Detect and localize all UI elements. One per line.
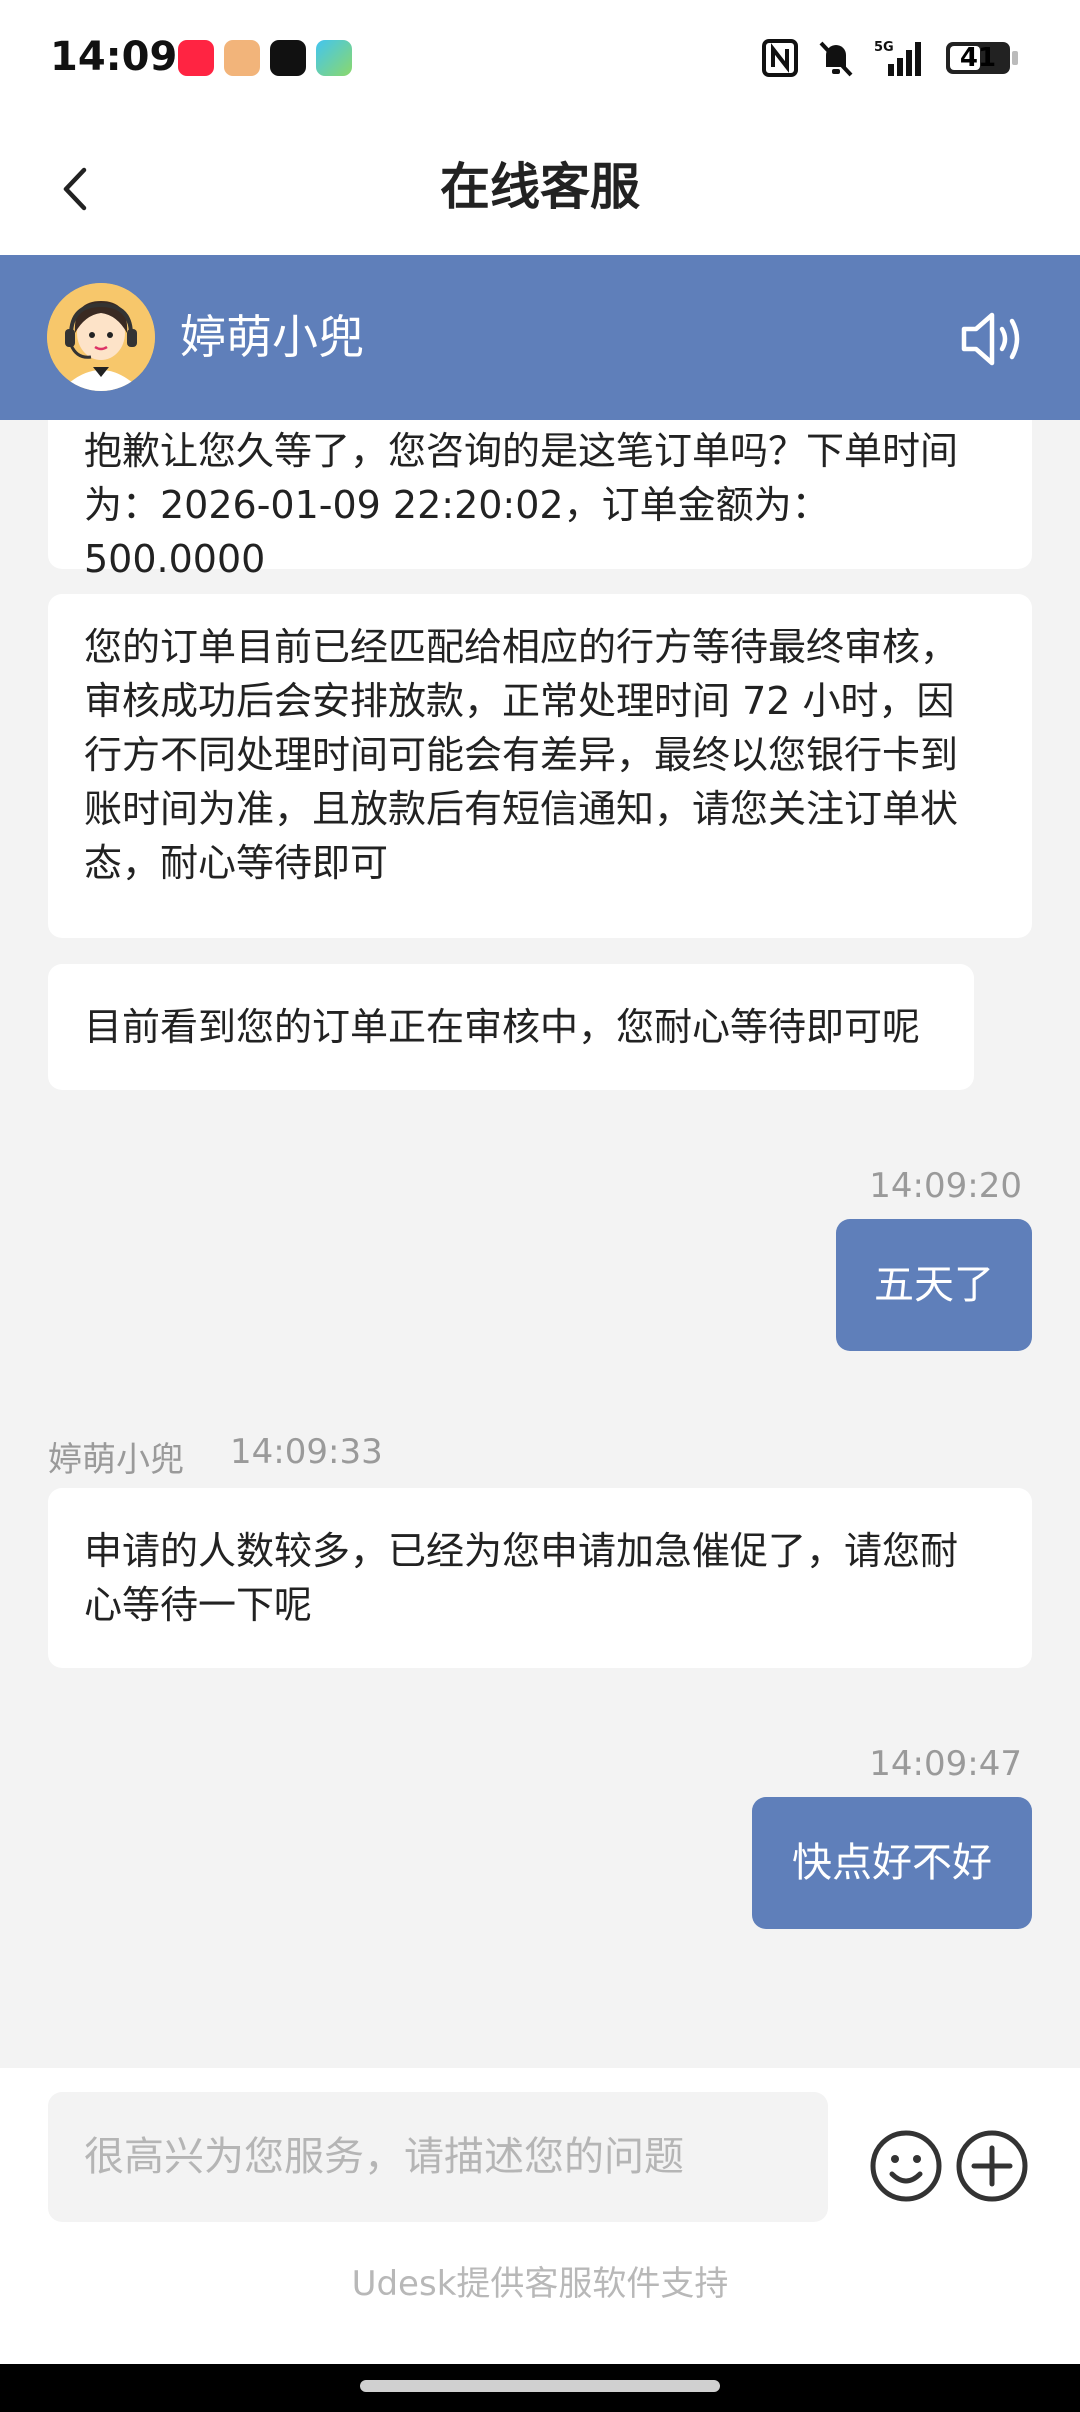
agent-message: 申请的人数较多，已经为您申请加急催促了，请您耐 心等待一下呢 <box>48 1488 1032 1668</box>
signal-5g-icon: 5G <box>874 38 926 78</box>
chat-messages[interactable]: 抱歉让您久等了，您咨询的是这笔订单吗？下单时间 为：2026-01-09 22:… <box>0 420 1080 2068</box>
message-text-line: 审核成功后会安排放款，正常处理时间 72 小时，因 <box>84 679 955 723</box>
svg-text:5G: 5G <box>874 40 894 55</box>
message-input[interactable] <box>48 2092 828 2222</box>
message-text: 五天了 <box>874 1262 994 1308</box>
paper-plane-app-icon <box>316 40 352 76</box>
user-message: 五天了 <box>836 1219 1032 1351</box>
plus-icon <box>956 2130 1028 2202</box>
user-message: 快点好不好 <box>752 1797 1032 1929</box>
agent-message: 抱歉让您久等了，您咨询的是这笔订单吗？下单时间 为：2026-01-09 22:… <box>48 420 1032 581</box>
message-text-line: 您的订单目前已经匹配给相应的行方等待最终审核， <box>84 625 959 669</box>
message-timestamp: 14:09:47 <box>869 1744 1022 1784</box>
message-text: 快点好不好 <box>792 1840 992 1886</box>
message-text-line: 态，耐心等待即可 <box>84 841 389 885</box>
message-timestamp: 14:09:20 <box>869 1166 1022 1206</box>
message-text-line: 行方不同处理时间可能会有差异，最终以您银行卡到 <box>84 733 959 777</box>
nfc-icon <box>762 38 798 78</box>
title-bar: 在线客服 <box>0 120 1080 255</box>
notification-icons <box>178 40 352 76</box>
message-text-line: 申请的人数较多，已经为您申请加急催促了，请您耐 <box>84 1529 959 1573</box>
emoji-icon <box>870 2130 942 2202</box>
message-text-line: 抱歉让您久等了，您咨询的是这笔订单吗？下单时间 <box>84 429 959 473</box>
speaker-button[interactable] <box>960 309 1032 369</box>
emoji-button[interactable] <box>868 2128 944 2204</box>
chevron-left-icon <box>63 167 87 211</box>
message-sender: 婷萌小兜 <box>48 1440 184 1480</box>
message-timestamp: 14:09:33 <box>230 1432 383 1472</box>
battery-icon: 41 <box>946 42 1018 74</box>
back-button[interactable] <box>52 164 102 214</box>
agent-message: 您的订单目前已经匹配给相应的行方等待最终审核， 审核成功后会安排放款，正常处理时… <box>48 594 1032 938</box>
capcut-app-icon <box>270 40 306 76</box>
message-text-line: 为：2026-01-09 22:20:02，订单金额为：500.0000 <box>84 483 830 581</box>
page-title: 在线客服 <box>440 158 640 216</box>
agent-message: 目前看到您的订单正在审核中，您耐心等待即可呢 <box>48 964 974 1090</box>
battery-level-text: 41 <box>959 43 997 73</box>
xiaohongshu-app-icon <box>178 40 214 76</box>
mute-icon <box>818 38 854 78</box>
agent-avatar <box>47 283 155 391</box>
message-text-line: 心等待一下呢 <box>84 1583 313 1627</box>
status-bar: 14:09 5G 41 <box>0 0 1080 120</box>
speaker-icon <box>961 312 1020 366</box>
message-text: 目前看到您的订单正在审核中，您耐心等待即可呢 <box>84 1005 921 1049</box>
input-bar: Udesk提供客服软件支持 <box>0 2068 1080 2364</box>
more-options-button[interactable] <box>954 2128 1030 2204</box>
powered-by-text: Udesk提供客服软件支持 <box>351 2264 729 2304</box>
agent-name: 婷萌小兜 <box>180 310 364 364</box>
message-text-line: 账时间为准，且放款后有短信通知，请您关注订单状 <box>84 787 959 831</box>
system-nav-bar <box>0 2364 1080 2412</box>
status-time: 14:09 <box>50 34 178 80</box>
home-indicator[interactable] <box>360 2380 720 2392</box>
agent-header: 婷萌小兜 <box>0 255 1080 420</box>
cartoon-app-icon <box>224 40 260 76</box>
